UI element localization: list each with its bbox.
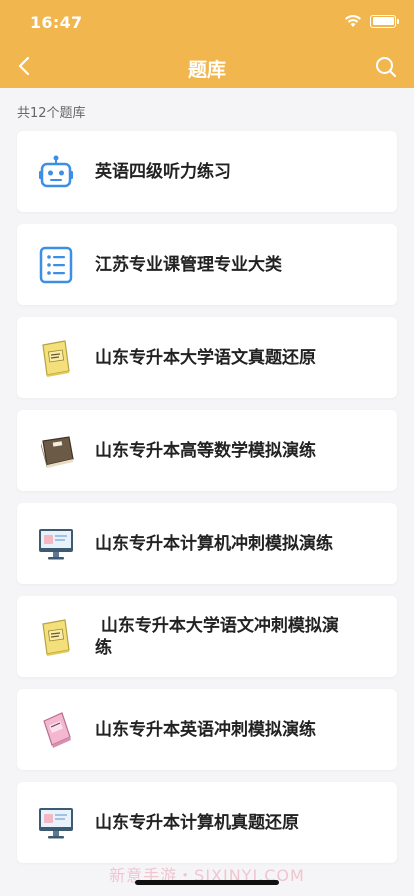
list-item-label: 英语四级听力练习: [95, 161, 231, 182]
list-item[interactable]: 山东专升本高等数学模拟演练: [17, 410, 397, 491]
status-bar: 16:47: [0, 0, 414, 44]
search-button[interactable]: [372, 53, 400, 81]
computer-monitor-icon: [37, 525, 75, 563]
question-bank-list: 英语四级听力练习 江苏专业课管理专业大类 山东专升本大学语文真题还原 山东专升本…: [17, 131, 397, 875]
list-item-label: 山东专升本英语冲刺模拟演练: [95, 719, 316, 740]
yellow-book-icon: [37, 618, 75, 656]
list-item[interactable]: 山东专升本大学语文冲刺模拟演练: [17, 596, 397, 677]
list-item-label: 山东专升本大学语文冲刺模拟演练: [95, 615, 339, 658]
navigation-bar: 题库: [0, 44, 414, 88]
header-bar: 16:47 题库: [0, 0, 414, 88]
list-item[interactable]: 山东专升本计算机真题还原: [17, 782, 397, 863]
status-icons: [344, 14, 399, 28]
home-indicator[interactable]: [135, 880, 279, 885]
computer-monitor-icon: [37, 804, 75, 842]
list-item-label: 山东专升本计算机冲刺模拟演练: [95, 533, 333, 554]
list-item[interactable]: 山东专升本计算机冲刺模拟演练: [17, 503, 397, 584]
robot-icon: [37, 153, 75, 191]
yellow-book-icon: [37, 339, 75, 377]
list-item-label: 山东专升本大学语文真题还原: [95, 347, 316, 368]
list-item-label: 江苏专业课管理专业大类: [95, 254, 282, 275]
status-time: 16:47: [30, 13, 83, 32]
list-document-icon: [37, 246, 75, 284]
page-title: 题库: [187, 59, 226, 81]
list-item[interactable]: 山东专升本英语冲刺模拟演练: [17, 689, 397, 770]
list-item[interactable]: 山东专升本大学语文真题还原: [17, 317, 397, 398]
search-icon: [376, 57, 396, 77]
list-item[interactable]: 江苏专业课管理专业大类: [17, 224, 397, 305]
battery-icon: [370, 14, 399, 28]
list-item[interactable]: 英语四级听力练习: [17, 131, 397, 212]
bank-count-label: 共12个题库: [17, 106, 86, 121]
list-item-label: 山东专升本高等数学模拟演练: [95, 440, 316, 461]
list-item-label: 山东专升本计算机真题还原: [95, 812, 299, 833]
pink-book-icon: [37, 711, 75, 749]
brown-book-icon: [37, 432, 75, 470]
wifi-icon: [345, 15, 361, 27]
